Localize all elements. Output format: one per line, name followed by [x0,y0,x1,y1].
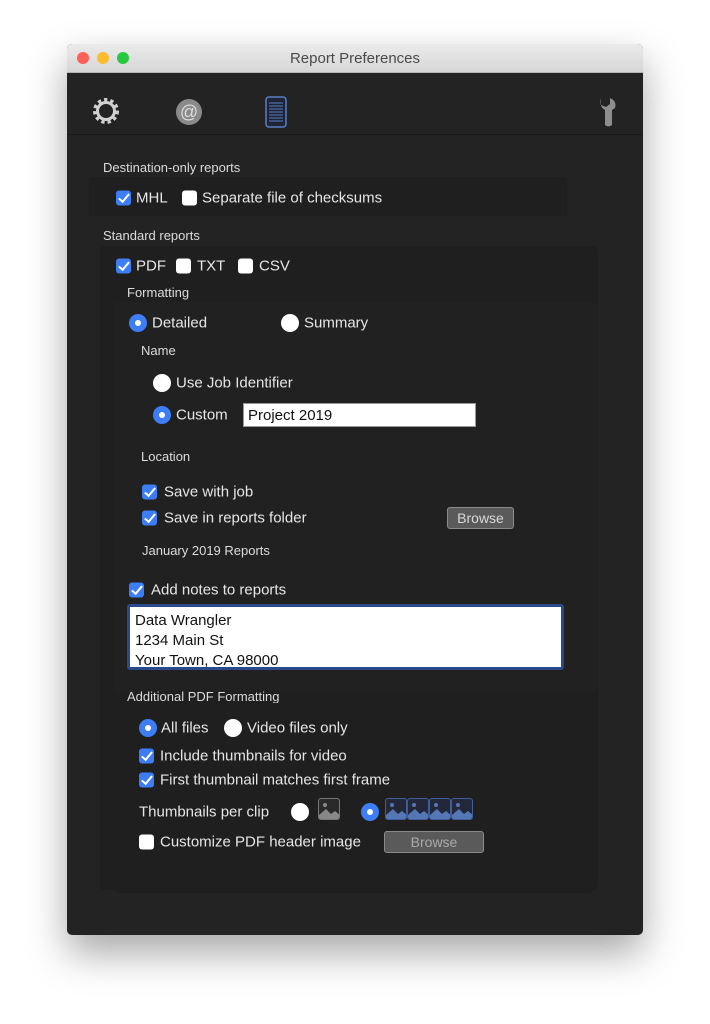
save-with-job-label: Save with job [164,483,254,501]
preferences-window: Report Preferences @ Destination-only re… [67,44,643,935]
save-in-folder-label: Save in reports folder [164,509,307,527]
save-in-folder-checkbox[interactable] [142,510,157,526]
svg-text:@: @ [180,102,198,122]
toolbar-divider [67,134,643,135]
include-thumbnails-checkbox[interactable] [139,748,154,764]
wrench-icon[interactable] [597,96,619,128]
image-icon [451,798,473,820]
pdf-checkbox[interactable] [116,258,131,274]
four-thumbnails-icons [385,798,473,820]
destination-heading: Destination-only reports [103,160,241,175]
txt-label: TXT [197,257,226,275]
image-icon [429,798,451,820]
at-sign-icon[interactable]: @ [175,98,203,126]
location-heading: Location [141,449,191,464]
notes-line: Your Town, CA 98000 [135,652,279,669]
formatting-heading: Formatting [127,285,190,300]
first-thumbnail-label: First thumbnail matches first frame [160,771,391,789]
name-heading: Name [141,343,176,358]
mhl-label: MHL [136,189,168,207]
mhl-checkbox[interactable] [116,190,131,206]
custom-radio[interactable] [153,406,171,424]
image-icon [385,798,407,820]
custom-header-checkbox[interactable] [139,834,154,850]
job-identifier-label: Use Job Identifier [176,374,293,392]
video-only-label: Video files only [247,719,348,737]
job-identifier-radio[interactable] [153,374,171,392]
folder-browse-button[interactable]: Browse [447,507,514,529]
standard-heading: Standard reports [103,228,200,243]
summary-radio[interactable] [281,314,299,332]
all-files-label: All files [161,719,209,737]
csv-checkbox[interactable] [238,258,253,274]
notes-line: Data Wrangler [135,612,232,629]
header-browse-button[interactable]: Browse [384,831,484,853]
title-bar: Report Preferences [67,44,643,73]
additional-heading: Additional PDF Formatting [127,689,280,704]
checksums-label: Separate file of checksums [202,189,383,207]
folder-name: January 2019 Reports [142,543,270,558]
report-document-icon[interactable] [264,96,288,128]
four-thumbnails-radio[interactable] [361,803,379,821]
all-files-radio[interactable] [139,719,157,737]
checksums-checkbox[interactable] [182,190,197,206]
detailed-radio[interactable] [129,314,147,332]
pdf-label: PDF [136,257,166,275]
image-icon [318,798,340,820]
csv-label: CSV [259,257,290,275]
add-notes-checkbox[interactable] [129,582,144,598]
thumbs-per-clip-label: Thumbnails per clip [139,803,270,821]
first-thumbnail-checkbox[interactable] [139,772,154,788]
custom-header-label: Customize PDF header image [160,833,361,851]
custom-name-input[interactable]: Project 2019 [243,403,476,427]
save-with-job-checkbox[interactable] [142,484,157,500]
window-title: Report Preferences [289,50,421,67]
notes-textarea[interactable]: Data Wrangler 1234 Main St Your Town, CA… [127,604,564,670]
include-thumbnails-label: Include thumbnails for video [160,747,347,765]
one-thumbnail-radio[interactable] [291,803,309,821]
custom-label: Custom [176,406,228,424]
notes-line: 1234 Main St [135,632,224,649]
video-only-radio[interactable] [224,719,242,737]
gear-icon[interactable] [91,96,121,126]
summary-label: Summary [304,314,369,332]
image-icon [407,798,429,820]
detailed-label: Detailed [152,314,208,332]
add-notes-label: Add notes to reports [151,581,287,599]
txt-checkbox[interactable] [176,258,191,274]
